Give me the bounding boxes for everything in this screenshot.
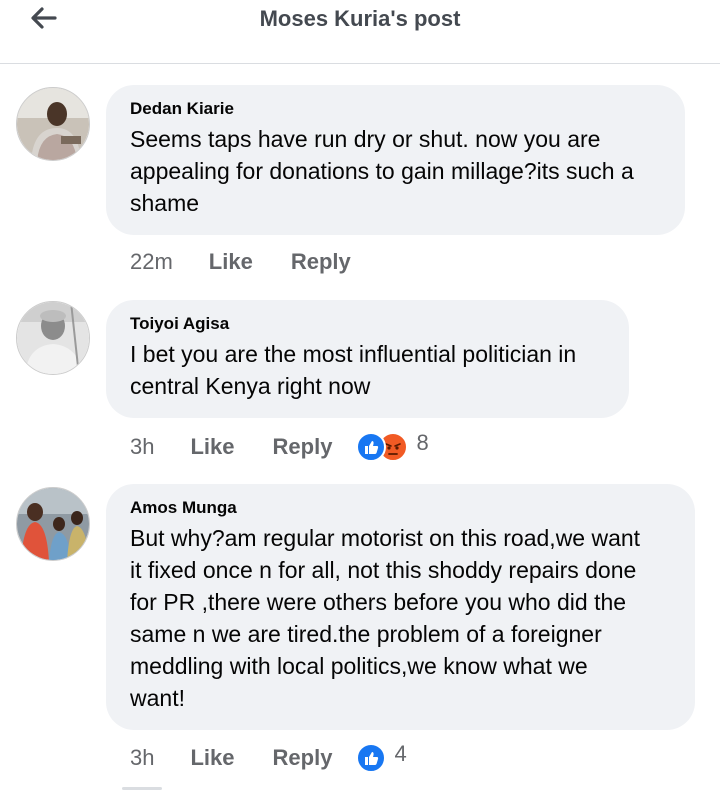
page-title: Moses Kuria's post bbox=[259, 6, 461, 31]
reply-button[interactable]: Reply bbox=[273, 745, 333, 771]
avatar[interactable] bbox=[16, 487, 90, 561]
post-header: Moses Kuria's post bbox=[0, 0, 720, 64]
comment-author[interactable]: Amos Munga bbox=[130, 498, 671, 518]
comment-text: But why?am regular motorist on this road… bbox=[130, 525, 641, 711]
comment-actions: 3h Like Reply 4 bbox=[130, 741, 407, 773]
comment-text: I bet you are the most influential polit… bbox=[130, 341, 577, 399]
comment-author[interactable]: Dedan Kiarie bbox=[130, 99, 661, 119]
comment-actions: 3h Like Reply 8 bbox=[130, 430, 429, 462]
comment-bubble: Toiyoi Agisa I bet you are the most infl… bbox=[106, 300, 629, 418]
reactions-summary[interactable]: 4 bbox=[356, 741, 407, 773]
comment-bubble: Dedan Kiarie Seems taps have run dry or … bbox=[106, 85, 685, 235]
reaction-count: 4 bbox=[394, 741, 407, 766]
reaction-count: 8 bbox=[416, 430, 429, 455]
reactions-summary[interactable]: 8 bbox=[356, 430, 429, 462]
avatar[interactable] bbox=[16, 301, 90, 375]
like-reaction-icon bbox=[356, 743, 387, 773]
comment-time: 3h bbox=[130, 434, 155, 459]
divider bbox=[122, 787, 162, 790]
reply-button[interactable]: Reply bbox=[273, 434, 333, 460]
like-button[interactable]: Like bbox=[190, 434, 234, 460]
comment-actions: 22m Like Reply bbox=[130, 249, 389, 275]
comment-bubble: Amos Munga But why?am regular motorist o… bbox=[106, 484, 695, 730]
comment-time: 3h bbox=[130, 745, 155, 770]
comment-time: 22m bbox=[130, 249, 173, 274]
comment-text: Seems taps have run dry or shut. now you… bbox=[130, 126, 634, 216]
avatar[interactable] bbox=[16, 87, 90, 161]
like-button[interactable]: Like bbox=[190, 745, 234, 771]
like-button[interactable]: Like bbox=[209, 249, 253, 275]
comment-author[interactable]: Toiyoi Agisa bbox=[130, 314, 605, 334]
reply-button[interactable]: Reply bbox=[291, 249, 351, 275]
